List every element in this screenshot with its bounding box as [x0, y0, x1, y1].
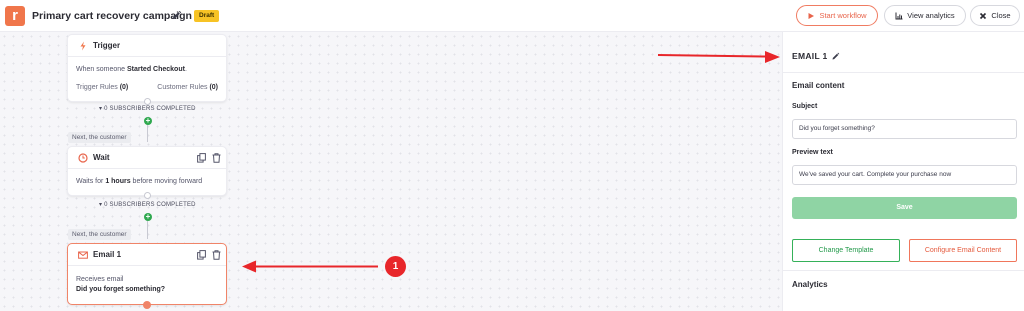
- email-node[interactable]: Email 1 Receives email Did you forget so…: [67, 243, 227, 305]
- panel-title: EMAIL 1: [792, 51, 840, 61]
- campaign-title: Primary cart recovery campaign: [32, 10, 192, 22]
- trigger-rules[interactable]: Trigger Rules (0): [76, 83, 128, 93]
- annotation-arrow-right: [657, 51, 780, 63]
- close-button[interactable]: Close: [970, 5, 1020, 26]
- annotation-arrow-left: [242, 260, 378, 273]
- divider: [783, 72, 1024, 73]
- subscribers-completed[interactable]: ▾ 0 SUBSCRIBERS COMPLETED: [99, 201, 196, 208]
- add-step-plus-icon[interactable]: +: [144, 213, 152, 221]
- connector-dot: [144, 98, 151, 105]
- save-button[interactable]: Save: [792, 197, 1017, 219]
- add-step-plus-icon[interactable]: +: [144, 117, 152, 125]
- email-output-dot[interactable]: [143, 301, 151, 309]
- email-node-title: Email 1: [93, 250, 122, 259]
- change-template-button[interactable]: Change Template: [792, 239, 900, 262]
- trigger-node-title: Trigger: [93, 41, 121, 50]
- wait-description: Waits for 1 hours before moving forward: [76, 178, 203, 185]
- subject-input[interactable]: Did you forget something?: [792, 119, 1017, 139]
- start-workflow-label: Start workflow: [819, 11, 867, 20]
- status-badge: Draft: [194, 10, 220, 22]
- customer-rules[interactable]: Customer Rules (0): [157, 83, 218, 93]
- trigger-node-header: Trigger: [68, 35, 226, 57]
- copy-icon[interactable]: [197, 250, 206, 260]
- trash-icon[interactable]: [212, 250, 221, 260]
- configure-email-content-button[interactable]: Configure Email Content: [909, 239, 1017, 262]
- email-subject: Did you forget something?: [76, 286, 166, 293]
- email-node-actions: [197, 250, 221, 260]
- trigger-node-body: When someone Started Checkout. Trigger R…: [68, 57, 226, 99]
- connector-line: [147, 125, 148, 142]
- wait-node-actions: [197, 153, 221, 163]
- subscribers-completed[interactable]: ▾ 0 SUBSCRIBERS COMPLETED: [99, 105, 196, 112]
- email-receives-label: Receives email: [76, 276, 124, 283]
- top-header: r Primary cart recovery campaign Draft S…: [0, 0, 1024, 32]
- annotation-badge: 1: [385, 256, 406, 277]
- email-node-header: Email 1: [68, 244, 226, 266]
- start-workflow-button[interactable]: Start workflow: [796, 5, 878, 26]
- trash-icon[interactable]: [212, 153, 221, 163]
- analytics-heading: Analytics: [792, 280, 828, 289]
- email-node-body: Receives email Did you forget something?: [68, 266, 226, 301]
- connector-dot: [144, 192, 151, 199]
- connector-line: [147, 221, 148, 239]
- pencil-icon[interactable]: [831, 52, 840, 61]
- play-icon: [808, 12, 815, 19]
- close-icon: [980, 12, 987, 19]
- clock-icon: [78, 152, 88, 163]
- trigger-rules-row: Trigger Rules (0) Customer Rules (0): [76, 83, 218, 93]
- wait-node-body: Waits for 1 hours before moving forward: [68, 169, 226, 193]
- app-logo[interactable]: r: [5, 6, 25, 26]
- edit-title-pencil-icon[interactable]: [171, 10, 182, 21]
- preview-text-input[interactable]: We've saved your cart. Complete your pur…: [792, 165, 1017, 185]
- close-label: Close: [991, 11, 1011, 20]
- next-step-label: Next, the customer: [68, 132, 131, 143]
- workflow-canvas[interactable]: Trigger When someone Started Checkout. T…: [0, 32, 782, 311]
- subject-label: Subject: [792, 103, 818, 110]
- divider: [783, 270, 1024, 271]
- next-step-label: Next, the customer: [68, 229, 131, 240]
- trigger-description: When someone Started Checkout.: [76, 66, 187, 73]
- preview-text-label: Preview text: [792, 149, 833, 156]
- lightning-icon: [80, 41, 86, 50]
- envelope-icon: [78, 251, 88, 259]
- email-content-heading: Email content: [792, 81, 845, 90]
- email-settings-panel: EMAIL 1 Email content Subject Did you fo…: [782, 32, 1024, 311]
- view-analytics-button[interactable]: View analytics: [884, 5, 966, 26]
- wait-node-title: Wait: [93, 153, 110, 162]
- wait-node-header: Wait: [68, 147, 226, 169]
- wait-node[interactable]: Wait Waits for 1 hours before moving for…: [67, 146, 227, 196]
- bar-chart-icon: [895, 12, 903, 19]
- view-analytics-label: View analytics: [907, 11, 955, 20]
- copy-icon[interactable]: [197, 153, 206, 163]
- trigger-node[interactable]: Trigger When someone Started Checkout. T…: [67, 34, 227, 102]
